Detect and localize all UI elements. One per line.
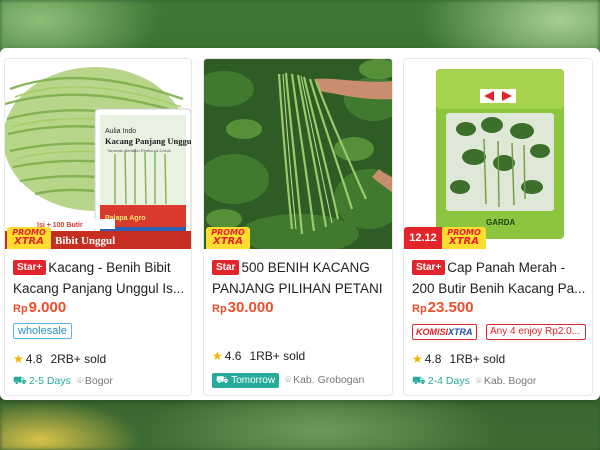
promo-xtra-badge: PROMO XTRA	[7, 227, 51, 249]
product-card[interactable]: GARDA 12.12 PROMO XTRA Star+ Cap Panah Mer…	[403, 58, 593, 396]
rating-row: ★ 4.8 2RB+ sold	[13, 352, 106, 366]
promo-xtra-badge: PROMO XTRA	[442, 227, 486, 249]
star-plus-badge: Star+	[13, 260, 47, 275]
rating-value: 4.6	[224, 349, 242, 363]
seller-location: Kab. Bogor	[483, 375, 537, 387]
wholesale-tag: wholesale	[13, 323, 72, 339]
pack-brand-text: GARDA	[486, 218, 516, 227]
star-plus-badge: Star+	[412, 260, 446, 275]
pack-brand-text: Aulia Indo	[105, 128, 136, 135]
komisi-xtra-tag: KOMISIXTRA	[412, 324, 477, 340]
truck-icon: ⛟	[13, 375, 27, 387]
rating-value: 4.8	[424, 352, 442, 366]
pack-sub-text: Tanaman Berdaun Rimbun & Cocok	[107, 148, 171, 153]
date-sale-badge: 12.12	[404, 227, 442, 249]
truck-icon: ⛟	[216, 375, 232, 386]
rating-row: ★ 4.8 1RB+ sold	[412, 352, 505, 366]
product-card[interactable]: PROMO XTRA Star 500 BENIH KACANG PANJANG P…	[203, 58, 393, 396]
sold-count: 1RB+ sold	[449, 352, 506, 366]
sold-count: 1RB+ sold	[249, 349, 306, 363]
product-price: Rp23.500	[412, 299, 474, 316]
shipping-days: 2-5 Days	[28, 375, 71, 387]
location-pin-icon: ⌾	[285, 375, 292, 386]
product-image[interactable]: PROMO XTRA	[204, 59, 392, 249]
tomorrow-delivery-badge: ⛟ Tomorrow	[212, 373, 280, 388]
star-icon: ★	[13, 352, 24, 366]
pack-strip-text: Bibit Unggul	[55, 235, 115, 247]
product-title[interactable]: Star+ Kacang - Benih Bibit Kacang Panjang…	[13, 257, 185, 299]
shipping-days: 2-4 Days	[427, 375, 470, 387]
shipping-row: ⛟ Tomorrow ⌾ Kab. Grobogan	[212, 373, 388, 388]
shipping-row: ⛟ 2-4 Days ⌾ Kab. Bogor	[412, 375, 588, 389]
pack-name-text: Kacang Panjang Unggul	[105, 136, 191, 146]
bundle-deal-tag: Any 4 enjoy Rp2.0...	[486, 324, 586, 340]
seller-location: Kab. Grobogan	[293, 374, 365, 386]
rating-value: 4.8	[25, 352, 43, 366]
product-title[interactable]: Star 500 BENIH KACANG PANJANG PILIHAN PET…	[212, 257, 386, 299]
shipping-row: ⛟ 2-5 Days ⌾ Bogor	[13, 375, 187, 389]
product-title[interactable]: Star+ Cap Panah Merah - 200 Butir Benih K…	[412, 257, 586, 299]
star-icon: ★	[212, 349, 223, 363]
star-badge: Star	[212, 260, 240, 275]
product-card[interactable]: Aulia Indo Kacang Panjang Unggul Tanaman…	[4, 58, 192, 396]
product-price: Rp30.000	[212, 299, 274, 316]
seller-location: Bogor	[84, 375, 113, 387]
product-image[interactable]: Aulia Indo Kacang Panjang Unggul Tanaman…	[5, 59, 191, 249]
star-icon: ★	[412, 352, 423, 366]
product-price: Rp9.000	[13, 299, 67, 316]
truck-icon: ⛟	[412, 375, 426, 387]
sold-count: 2RB+ sold	[50, 352, 107, 366]
rating-row: ★ 4.6 1RB+ sold	[212, 349, 305, 363]
product-image[interactable]: GARDA 12.12 PROMO XTRA	[404, 59, 592, 249]
promo-xtra-badge: PROMO XTRA	[206, 227, 250, 249]
location-pin-icon: ⌾	[475, 376, 482, 387]
location-pin-icon: ⌾	[76, 376, 83, 387]
